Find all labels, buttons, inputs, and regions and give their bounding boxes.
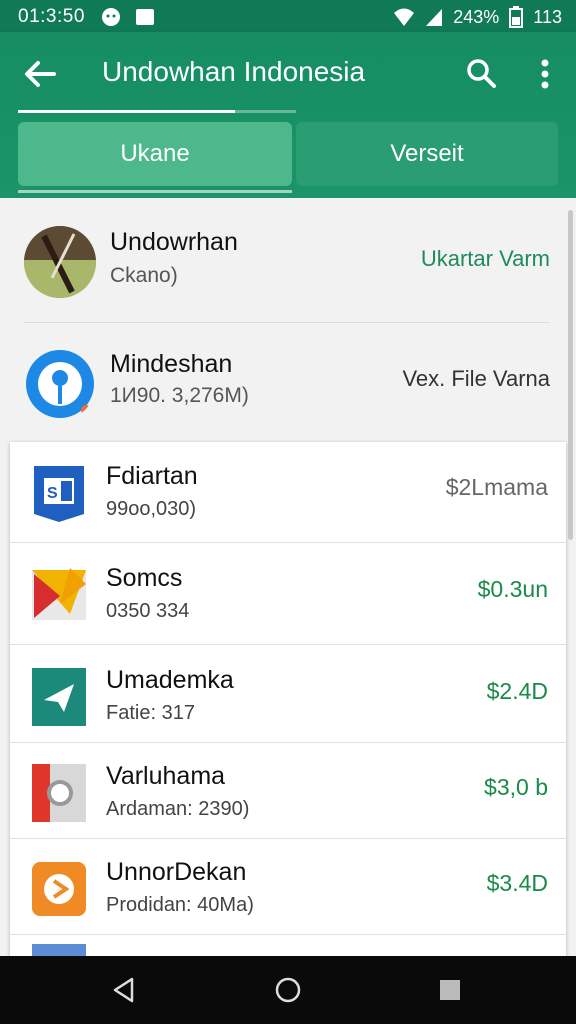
item-sub: Ckanо) [110, 264, 178, 287]
video-icon [32, 862, 86, 916]
item-name: Undowrhan [110, 228, 238, 256]
progress-fill [18, 110, 235, 113]
app-name: Umademka [106, 666, 234, 694]
app-sub: Fatie: 317 [106, 702, 195, 724]
status-extra: 113 [533, 6, 562, 27]
battery-icon [509, 6, 524, 28]
photo-avatar-icon [24, 226, 96, 298]
app-list-card: S Fdiartan 99оо,030) $2Lmama Somcs 0350 … [10, 442, 566, 956]
battery-percent: 243% [453, 6, 500, 27]
app-bar: Undowhan Indonesia Ukane Versеit [0, 32, 576, 198]
app-price: $3.4D [486, 870, 548, 896]
screenshot-icon [136, 9, 154, 25]
location-pin-icon [26, 350, 94, 418]
app-name: UnnorDekan [106, 858, 247, 886]
item-right-label: Ukartar Varm [420, 246, 550, 271]
app-sub: Ardaman: 2390) [106, 798, 250, 820]
system-nav-bar [0, 956, 576, 1024]
wifi-icon [394, 8, 415, 26]
back-triangle-icon[interactable] [108, 974, 140, 1006]
svg-text:S: S [47, 485, 58, 502]
app-sub: 0350 334 [106, 600, 190, 622]
tab-ukane[interactable]: Ukane [18, 122, 292, 186]
app-icon [32, 944, 86, 956]
list-item[interactable]: UnnorDekan Prodidan: 40Ma) $3.4D [10, 838, 566, 935]
content-area: Undowrhan Ckanо) Ukartar Varm Mindeshan … [0, 198, 576, 956]
app-name: Somcs [106, 564, 183, 592]
app-price: $2.4D [486, 678, 548, 704]
app-sub: 99оо,030) [106, 498, 197, 520]
tab-verseit[interactable]: Versеit [296, 122, 558, 186]
page-title: Undowhan Indonesia [102, 56, 366, 87]
search-icon[interactable] [464, 56, 498, 90]
item-name: Mindeshan [110, 350, 233, 378]
tab-indicator [18, 190, 292, 193]
progress-bar [18, 110, 296, 113]
more-vert-icon[interactable] [530, 54, 560, 94]
list-item[interactable]: Undowrhan Ckanо) Ukartar Varm [0, 198, 576, 318]
app-sub: Prodidan: 40Ma) [106, 894, 254, 916]
app-name: Fdiartan [106, 462, 198, 490]
status-bar: 01:3:50 243% 113 [0, 0, 576, 32]
record-icon [32, 764, 86, 822]
list-item[interactable]: S Fdiartan 99оо,030) $2Lmama [10, 442, 566, 543]
list-item[interactable] [10, 934, 566, 956]
list-item[interactable]: Varluhama Ardaman: 2390) $3,0 b [10, 742, 566, 839]
list-item[interactable]: Umademka Fatie: 317 $2.4D [10, 646, 566, 743]
app-name: Varluhama [106, 762, 226, 790]
list-item[interactable]: Somcs 0350 334 $0.3un [10, 544, 566, 645]
send-icon [32, 668, 86, 726]
list-item[interactable]: Mindeshan 1И90. 3,276M) Vex. File Varna [0, 322, 576, 442]
app-price: $3,0 b [484, 774, 548, 800]
recents-square-icon[interactable] [434, 974, 466, 1006]
notification-icon [102, 8, 120, 26]
status-time: 01:3:50 [18, 6, 85, 27]
play-folder-icon [32, 568, 86, 620]
item-sub: 1И90. 3,276M) [110, 384, 249, 407]
sharepoint-icon: S [34, 466, 84, 522]
back-arrow-icon[interactable] [20, 54, 60, 94]
home-circle-icon[interactable] [272, 974, 304, 1006]
status-right: 243% 113 [393, 6, 562, 28]
app-price: $0.3un [477, 576, 548, 602]
scrollbar[interactable] [568, 210, 573, 540]
signal-icon [426, 9, 443, 26]
app-price: $2Lmama [445, 474, 548, 500]
item-right-label: Vex. File Varna [402, 366, 550, 391]
tab-bar: Ukane Versеit [18, 122, 558, 186]
